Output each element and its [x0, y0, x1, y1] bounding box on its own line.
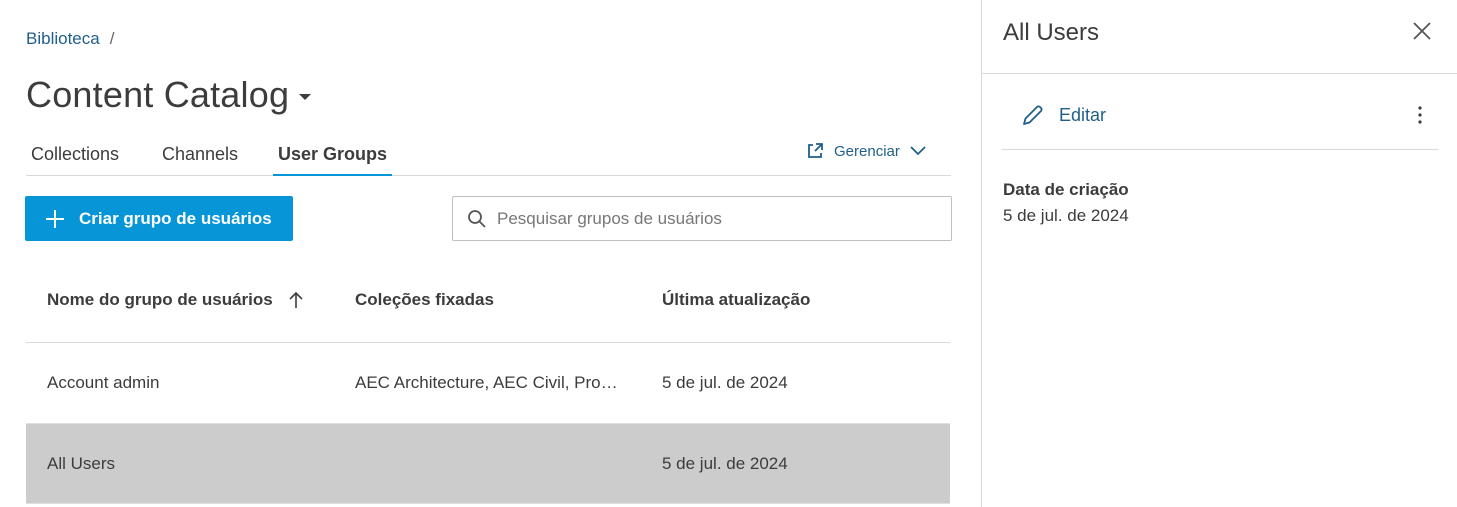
- column-header-name-label: Nome do grupo de usuários: [47, 290, 273, 309]
- created-date-value: 5 de jul. de 2024: [1003, 206, 1129, 225]
- edit-button[interactable]: Editar: [1021, 103, 1106, 127]
- column-header-collections[interactable]: Coleções fixadas: [355, 290, 494, 310]
- tab-bar: Collections Channels User Groups Gerenci…: [26, 136, 951, 176]
- details-panel: All Users Editar Data de criação 5 de ju…: [981, 0, 1457, 507]
- create-user-group-label: Criar grupo de usuários: [79, 208, 272, 228]
- manage-label: Gerenciar: [834, 142, 900, 160]
- main-content: Biblioteca / Content Catalog Collections…: [0, 0, 981, 507]
- cell-group-name: Account admin: [47, 373, 160, 392]
- cell-last-updated: 5 de jul. de 2024: [662, 454, 788, 473]
- panel-title: All Users: [1003, 19, 1100, 46]
- table-header: Nome do grupo de usuários Coleções fixad…: [26, 262, 950, 343]
- plus-icon: [46, 209, 64, 228]
- user-groups-table: Nome do grupo de usuários Coleções fixad…: [26, 262, 950, 504]
- tab-channels[interactable]: Channels: [162, 144, 238, 176]
- catalog-selector[interactable]: Content Catalog: [26, 74, 312, 116]
- page-title: Content Catalog: [26, 74, 290, 115]
- breadcrumb-link-biblioteca[interactable]: Biblioteca: [26, 29, 100, 49]
- manage-dropdown[interactable]: Gerenciar: [806, 142, 926, 160]
- table-row-selected[interactable]: All Users 5 de jul. de 2024: [26, 424, 950, 504]
- close-icon[interactable]: [1411, 20, 1433, 42]
- edit-label: Editar: [1059, 104, 1107, 125]
- search-input[interactable]: [497, 208, 937, 229]
- arrow-up-icon: [289, 291, 303, 308]
- cell-group-name: All Users: [47, 454, 116, 473]
- chevron-down-icon: [910, 146, 926, 156]
- tab-collections[interactable]: Collections: [31, 144, 119, 176]
- column-header-updated[interactable]: Última atualização: [662, 290, 810, 310]
- search-box: [452, 196, 952, 241]
- search-icon: [468, 209, 486, 228]
- cell-last-updated: 5 de jul. de 2024: [662, 373, 788, 392]
- create-user-group-button[interactable]: Criar grupo de usuários: [25, 196, 293, 241]
- cell-pinned-collections: AEC Architecture, AEC Civil, Product Des…: [355, 373, 625, 392]
- pencil-icon: [1023, 105, 1043, 125]
- tab-user-groups[interactable]: User Groups: [273, 144, 393, 176]
- column-header-name[interactable]: Nome do grupo de usuários: [47, 290, 303, 310]
- breadcrumb-separator: /: [109, 29, 115, 48]
- more-options-icon[interactable]: [1416, 105, 1424, 125]
- table-row[interactable]: Account admin AEC Architecture, AEC Civi…: [26, 343, 950, 424]
- external-link-icon: [808, 143, 823, 158]
- panel-actions: Editar: [1002, 75, 1438, 150]
- created-date-label: Data de criação: [1003, 180, 1129, 199]
- breadcrumb: Biblioteca /: [26, 29, 114, 49]
- caret-down-icon: [299, 94, 312, 100]
- panel-header: All Users: [982, 0, 1457, 74]
